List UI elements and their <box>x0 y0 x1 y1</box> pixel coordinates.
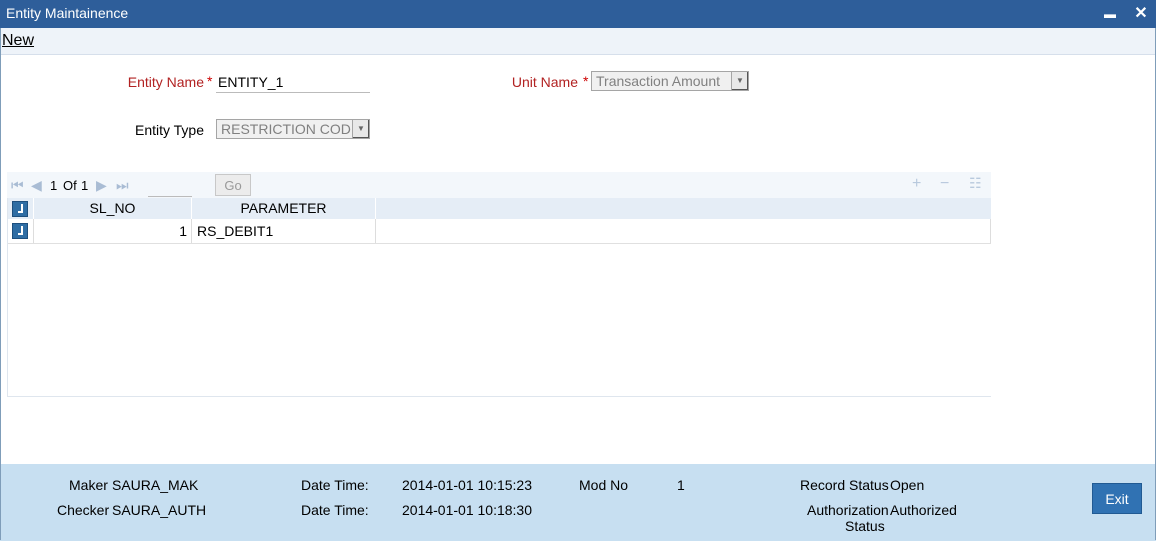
chevron-down-icon: ▼ <box>731 72 748 90</box>
grid-toolbar: ⏮ ◀ 1 Of 1 ▶ ⏭ Go + − ☷ <box>7 172 991 198</box>
mod-no-value: 1 <box>677 477 685 493</box>
entity-name-input[interactable] <box>216 72 370 93</box>
close-icon[interactable]: ✕ <box>1131 4 1151 24</box>
unit-name-select[interactable]: Transaction Amount ▼ <box>591 71 749 91</box>
next-page-icon[interactable]: ▶ <box>96 177 107 194</box>
entity-type-select[interactable]: RESTRICTION CODE ▼ <box>216 119 370 139</box>
delete-row-icon[interactable]: − <box>940 175 949 193</box>
row-select-cell <box>7 219 34 243</box>
exit-button[interactable]: Exit <box>1092 483 1142 514</box>
prev-page-icon[interactable]: ◀ <box>31 177 42 194</box>
maker-label: Maker <box>69 477 108 493</box>
required-marker: * <box>207 73 213 89</box>
grid-left-border <box>7 198 8 396</box>
parameter-cell[interactable]: RS_DEBIT1 <box>192 219 376 243</box>
required-marker: * <box>583 73 589 89</box>
record-status-value: Open <box>890 477 925 493</box>
maker-value: SAURA_MAK <box>112 477 199 493</box>
sl-no-cell: 1 <box>34 219 192 243</box>
single-view-icon[interactable]: ☷ <box>969 175 982 192</box>
chevron-down-icon: ▼ <box>352 120 369 138</box>
header-select-cell <box>7 198 34 219</box>
mod-no-label: Mod No <box>579 477 629 493</box>
checker-value: SAURA_AUTH <box>112 502 207 518</box>
add-row-icon[interactable]: + <box>912 175 921 193</box>
grid-header: SL_NO PARAMETER <box>7 198 991 219</box>
minimize-icon[interactable]: ▬ <box>1100 4 1120 24</box>
checker-label: Checker <box>57 502 110 518</box>
page-current: 1 <box>50 178 58 193</box>
maker-datetime-value: 2014-01-01 10:15:23 <box>402 477 532 493</box>
authorization-status-value: Authorized <box>890 502 957 518</box>
column-header-parameter[interactable]: PARAMETER <box>192 198 376 219</box>
table-row[interactable]: 1 RS_DEBIT1 <box>7 219 991 244</box>
checker-datetime-label: Date Time: <box>301 502 369 518</box>
menu-bar: New <box>0 28 1156 55</box>
entity-type-label: Entity Type <box>134 122 204 138</box>
checker-datetime-value: 2014-01-01 10:18:30 <box>402 502 532 518</box>
page-number-input[interactable] <box>148 176 192 197</box>
window-title: Entity Maintainence <box>6 5 129 21</box>
select-all-checkbox[interactable] <box>12 201 28 217</box>
new-menu-item[interactable]: New <box>2 32 34 50</box>
entity-type-value: RESTRICTION CODE <box>221 121 361 137</box>
page-total: 1 <box>81 178 89 193</box>
entity-name-label: Entity Name <box>127 74 204 90</box>
go-button[interactable]: Go <box>215 174 251 196</box>
data-grid: SL_NO PARAMETER 1 RS_DEBIT1 <box>7 198 991 397</box>
maker-datetime-label: Date Time: <box>301 477 369 493</box>
row-checkbox[interactable] <box>12 223 28 239</box>
unit-name-value: Transaction Amount <box>596 73 720 89</box>
authorization-status-label-2: Status <box>845 518 885 534</box>
first-page-icon[interactable]: ⏮ <box>11 177 24 194</box>
record-status-label: Record Status <box>800 477 889 493</box>
title-bar: Entity Maintainence ▬ ✕ <box>0 0 1156 28</box>
column-header-sl-no[interactable]: SL_NO <box>34 198 192 219</box>
last-page-icon[interactable]: ⏭ <box>116 177 129 194</box>
unit-name-label: Unit Name <box>511 74 578 90</box>
authorization-status-label: Authorization <box>807 502 889 518</box>
page-of-label: Of <box>63 178 77 193</box>
